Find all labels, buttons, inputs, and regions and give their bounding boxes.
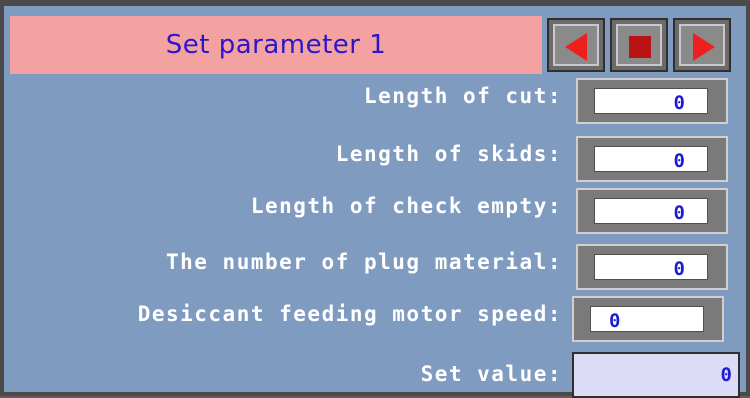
hmi-screen: Set parameter 1 Length of cut: 0 Length …	[0, 0, 750, 398]
set-value-display[interactable]: 0	[572, 352, 740, 398]
plug-material-count-value: 0	[673, 258, 685, 280]
length-of-skids-label: Length of skids:	[335, 142, 562, 166]
length-of-check-empty-value: 0	[673, 202, 685, 224]
previous-page-button[interactable]	[547, 18, 605, 72]
arrow-right-icon	[693, 33, 715, 61]
title-bar: Set parameter 1	[10, 16, 542, 74]
page-title: Set parameter 1	[165, 30, 387, 60]
length-of-cut-label: Length of cut:	[363, 84, 562, 108]
desiccant-motor-speed-field[interactable]: 0	[572, 296, 724, 342]
length-of-check-empty-field[interactable]: 0	[576, 188, 728, 234]
length-of-skids-field[interactable]: 0	[576, 136, 728, 182]
length-of-skids-value: 0	[673, 150, 685, 172]
arrow-left-icon	[565, 33, 587, 61]
next-page-button[interactable]	[673, 18, 731, 72]
stop-icon	[629, 36, 651, 58]
stop-button[interactable]	[610, 18, 668, 72]
length-of-check-empty-label: Length of check empty:	[250, 194, 562, 218]
desiccant-motor-speed-value: 0	[609, 310, 621, 332]
set-value-value: 0	[720, 364, 732, 386]
desiccant-motor-speed-label: Desiccant feeding motor speed:	[137, 302, 562, 326]
set-value-label: Set value:	[420, 362, 562, 386]
plug-material-count-label: The number of plug material:	[165, 250, 562, 274]
length-of-cut-value: 0	[673, 92, 685, 114]
length-of-cut-field[interactable]: 0	[576, 78, 728, 124]
plug-material-count-field[interactable]: 0	[576, 244, 728, 290]
